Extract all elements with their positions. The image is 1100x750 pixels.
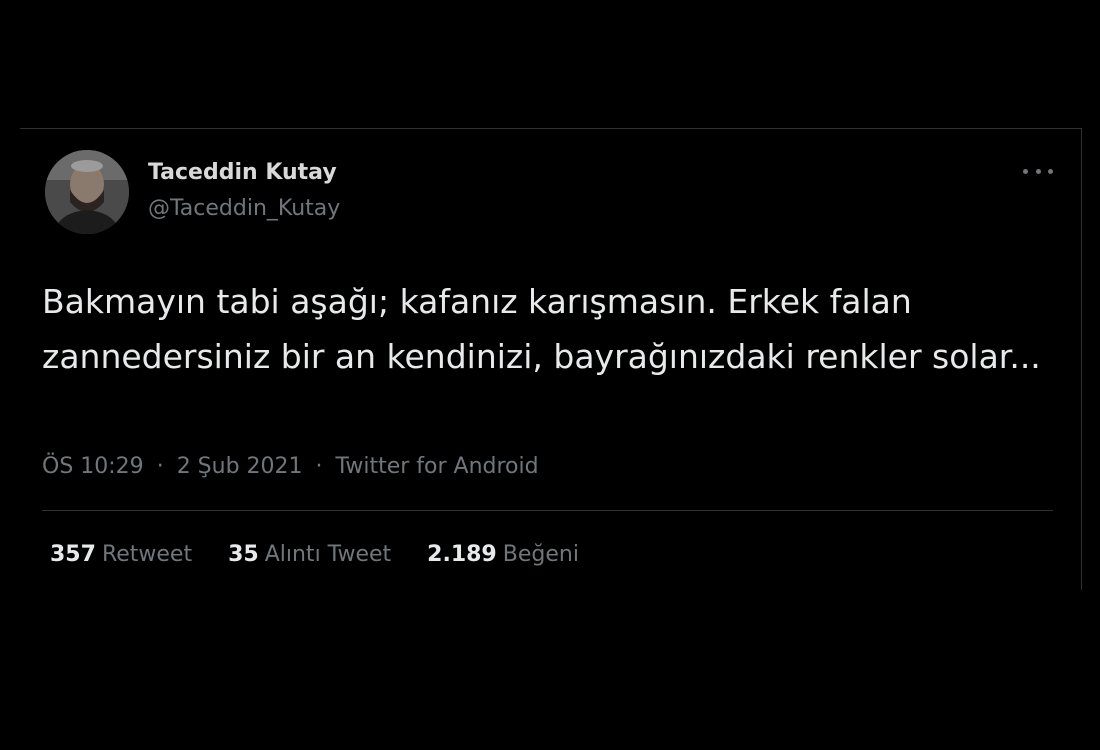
tweet-time[interactable]: ÖS 10:29 [42, 454, 144, 479]
tweet-meta: ÖS 10:29 · 2 Şub 2021 · Twitter for Andr… [42, 454, 539, 479]
meta-separator: · [156, 454, 164, 479]
screenshot-stage: Taceddin Kutay @Taceddin_Kutay Bakmayın … [0, 0, 1100, 750]
divider [42, 510, 1053, 511]
quotes-label: Alıntı Tweet [264, 542, 392, 567]
tweet-stats: 357 Retweet 35 Alıntı Tweet 2.189 Beğeni [50, 542, 615, 567]
likes-count: 2.189 [427, 542, 497, 567]
tweet-source[interactable]: Twitter for Android [336, 454, 539, 479]
retweets-stat[interactable]: 357 Retweet [50, 542, 192, 567]
tweet-date[interactable]: 2 Şub 2021 [177, 454, 303, 479]
avatar[interactable] [45, 150, 129, 234]
retweets-label: Retweet [101, 542, 193, 567]
avatar-image [45, 150, 129, 234]
retweets-count: 357 [50, 542, 96, 567]
more-horizontal-icon[interactable] [1023, 159, 1053, 183]
likes-stat[interactable]: 2.189 Beğeni [427, 542, 579, 567]
more-dot [1023, 168, 1028, 174]
tweet-card: Taceddin Kutay @Taceddin_Kutay Bakmayın … [20, 128, 1082, 590]
quotes-count: 35 [228, 542, 259, 567]
tweet-text: Bakmayın tabi aşağı; kafanız karışmasın.… [42, 282, 1041, 376]
meta-separator: · [315, 454, 323, 479]
author-name[interactable]: Taceddin Kutay [148, 160, 337, 185]
likes-label: Beğeni [502, 542, 579, 567]
quotes-stat[interactable]: 35 Alıntı Tweet [228, 542, 391, 567]
author-handle[interactable]: @Taceddin_Kutay [148, 196, 340, 221]
more-dot [1035, 168, 1041, 174]
more-dot [1048, 168, 1053, 174]
